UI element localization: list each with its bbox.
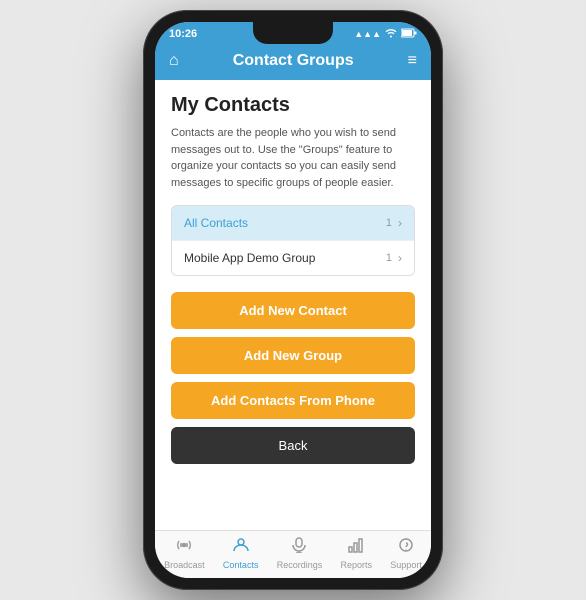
contact-item-right: 1 › [386,251,402,265]
nav-broadcast[interactable]: Broadcast [164,537,205,570]
wifi-icon [385,28,397,40]
chevron-right-icon: › [398,251,402,265]
nav-support[interactable]: Support [390,537,422,570]
contact-item-right: 1 › [386,216,402,230]
add-new-contact-button[interactable]: Add New Contact [171,292,415,329]
main-content: My Contacts Contacts are the people who … [155,80,431,530]
contact-item-count: 1 [386,217,392,229]
status-time: 10:26 [169,28,197,40]
nav-recordings-label: Recordings [277,560,323,570]
broadcast-icon [175,537,193,558]
nav-reports-label: Reports [341,560,373,570]
support-icon [397,537,415,558]
menu-icon[interactable]: ≡ [408,52,417,70]
bottom-nav: Broadcast Contacts Recor [155,530,431,578]
status-icons: ▲▲▲ [354,28,417,40]
nav-contacts[interactable]: Contacts [223,537,259,570]
contacts-icon [232,537,250,558]
phone-frame: 10:26 ▲▲▲ ⌂ Contac [143,10,443,590]
contact-list-item-all[interactable]: All Contacts 1 › [172,206,414,240]
phone-notch [253,22,333,44]
contact-item-count: 1 [386,252,392,264]
contact-list-item-demo[interactable]: Mobile App Demo Group 1 › [172,240,414,275]
page-description: Contacts are the people who you wish to … [171,125,415,191]
recordings-icon [290,537,308,558]
battery-icon [401,28,417,40]
add-new-group-button[interactable]: Add New Group [171,337,415,374]
nav-contacts-label: Contacts [223,560,259,570]
contact-item-label: Mobile App Demo Group [184,251,315,265]
page-title: My Contacts [171,94,415,117]
home-icon[interactable]: ⌂ [169,52,179,70]
nav-reports[interactable]: Reports [341,537,373,570]
signal-icon: ▲▲▲ [354,29,381,39]
chevron-right-icon: › [398,216,402,230]
reports-icon [347,537,365,558]
nav-support-label: Support [390,560,422,570]
contact-item-label: All Contacts [184,216,248,230]
header-title: Contact Groups [233,52,354,70]
contact-list: All Contacts 1 › Mobile App Demo Group 1… [171,205,415,276]
app-header: ⌂ Contact Groups ≡ [155,44,431,80]
nav-broadcast-label: Broadcast [164,560,205,570]
phone-screen: 10:26 ▲▲▲ ⌂ Contac [155,22,431,578]
back-button[interactable]: Back [171,427,415,464]
nav-recordings[interactable]: Recordings [277,537,323,570]
add-contacts-from-phone-button[interactable]: Add Contacts From Phone [171,382,415,419]
